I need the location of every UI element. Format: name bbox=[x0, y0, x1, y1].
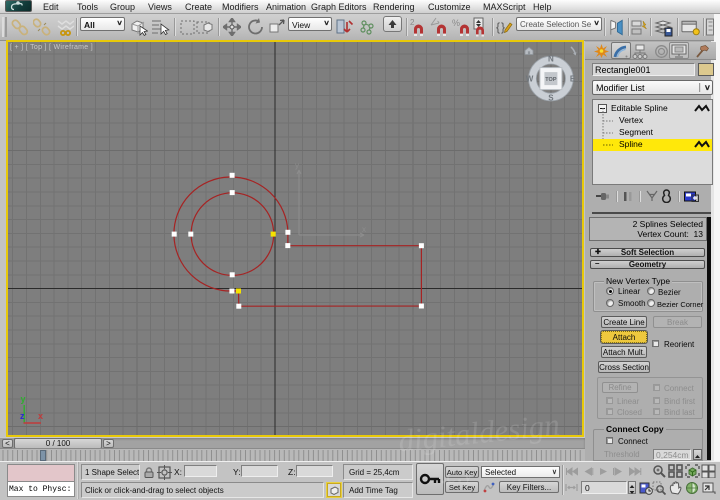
svg-text:y: y bbox=[295, 161, 299, 170]
svg-text:{: { bbox=[496, 20, 500, 34]
svg-text:2: 2 bbox=[410, 18, 415, 27]
svg-text:N: N bbox=[548, 55, 554, 64]
svg-text:E: E bbox=[570, 75, 576, 84]
svg-text:TOP: TOP bbox=[545, 77, 557, 83]
svg-text:y: y bbox=[21, 394, 26, 404]
svg-text:W: W bbox=[526, 75, 534, 84]
svg-text:x: x bbox=[38, 411, 43, 421]
svg-text:S: S bbox=[548, 94, 554, 103]
svg-text:z: z bbox=[20, 411, 25, 421]
svg-text:x: x bbox=[362, 225, 366, 234]
svg-text:%: % bbox=[452, 18, 460, 28]
